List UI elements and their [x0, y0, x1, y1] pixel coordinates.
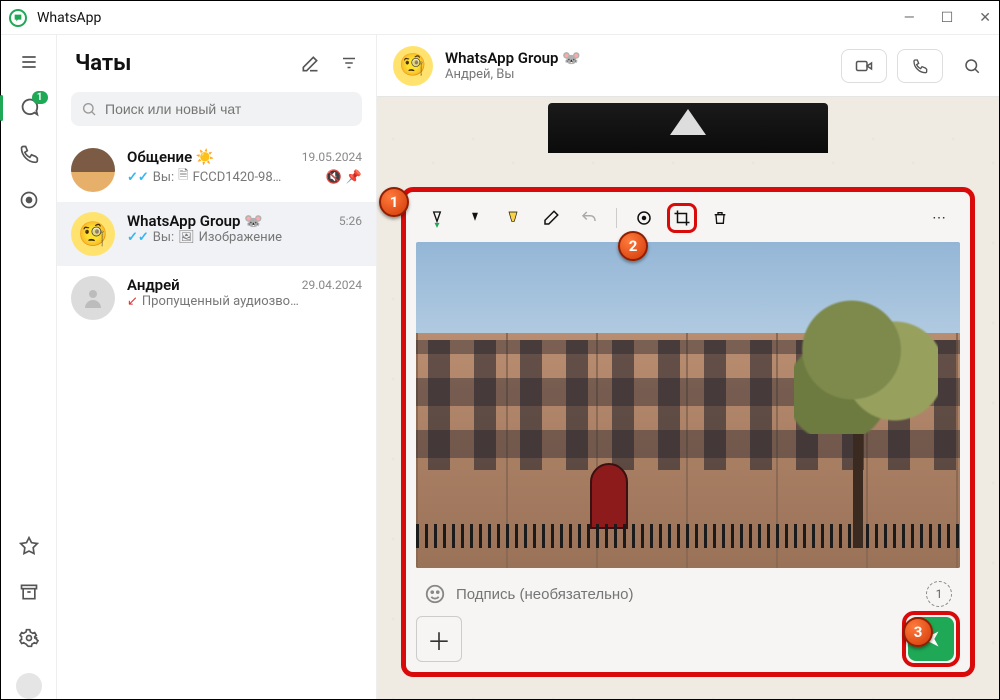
whatsapp-logo-icon — [9, 9, 27, 27]
read-ticks-icon: ✓✓ — [127, 170, 149, 185]
conversation-header: 🧐 WhatsApp Group 🐭 Андрей, Вы — [377, 35, 999, 97]
archive-nav-icon[interactable] — [18, 581, 40, 603]
crop-tool[interactable] — [667, 203, 697, 233]
read-ticks-icon: ✓✓ — [127, 230, 149, 245]
conversation-subtitle: Андрей, Вы — [445, 67, 581, 82]
chat-list: Общение ☀️ 19.05.2024 ✓✓ Вы: 🗎 FCCD1420-… — [57, 138, 376, 699]
status-nav-icon[interactable] — [18, 189, 40, 211]
pen-green-tool[interactable]: ▾ — [422, 203, 452, 233]
emoji-picker-icon[interactable] — [424, 583, 446, 605]
chat-preview: FCCD1420-98… — [193, 170, 282, 185]
chat-date: 19.05.2024 — [302, 150, 362, 164]
highlighter-tool[interactable] — [498, 203, 528, 233]
eraser-tool[interactable] — [536, 203, 566, 233]
chat-date: 29.04.2024 — [302, 278, 362, 292]
chats-nav-icon[interactable]: 1 — [18, 97, 40, 119]
chat-preview: Изображение — [199, 230, 282, 245]
chat-item[interactable]: Андрей 29.04.2024 ↙ Пропущенный аудиозво… — [57, 266, 376, 330]
filter-icon[interactable] — [340, 54, 358, 74]
more-options-button[interactable]: ⋯ — [924, 203, 954, 233]
search-icon — [81, 101, 97, 117]
nav-rail: 1 — [1, 35, 57, 699]
view-once-toggle[interactable]: 1 — [926, 581, 952, 607]
image-preview[interactable] — [416, 242, 960, 568]
document-icon: 🗎 — [178, 166, 188, 188]
caption-row: 1 — [416, 574, 960, 614]
sidebar-title: Чаты — [75, 51, 131, 76]
chat-name: Андрей — [127, 276, 180, 294]
editor-toolbar: ▾ ⋯ — [416, 200, 960, 236]
add-media-button[interactable]: ＋ — [416, 616, 462, 662]
calls-nav-icon[interactable] — [18, 143, 40, 165]
window-close-button[interactable]: ✕ — [979, 10, 991, 26]
delete-button[interactable] — [705, 203, 735, 233]
chat-item[interactable]: Общение ☀️ 19.05.2024 ✓✓ Вы: 🗎 FCCD1420-… — [57, 138, 376, 202]
chat-name: Общение — [127, 148, 192, 166]
image-icon: 🖼 — [178, 230, 195, 245]
search-in-chat-icon[interactable] — [961, 55, 983, 77]
new-chat-icon[interactable] — [300, 54, 320, 74]
starred-nav-icon[interactable] — [18, 535, 40, 557]
video-call-button[interactable] — [841, 49, 887, 83]
chat-avatar — [71, 148, 115, 192]
previous-message-image-peek — [548, 103, 828, 153]
blur-tool[interactable] — [629, 203, 659, 233]
chat-date: 5:26 — [339, 214, 362, 228]
window-minimize-button[interactable]: — — [904, 10, 915, 26]
conversation-avatar[interactable]: 🧐 — [393, 46, 433, 86]
media-editor-panel: ▾ ⋯ 1 ＋ — [401, 187, 975, 677]
search-input[interactable] — [105, 101, 352, 117]
pen-black-tool[interactable] — [460, 203, 490, 233]
conversation-title: WhatsApp Group — [445, 49, 559, 67]
pinned-icon: 📌 — [346, 170, 362, 185]
muted-icon: 🔇 — [326, 170, 342, 185]
chat-avatar — [71, 276, 115, 320]
app-title: WhatsApp — [37, 10, 101, 26]
unread-badge: 1 — [32, 91, 48, 104]
caption-input[interactable] — [456, 586, 916, 603]
chats-sidebar: Чаты Общение ☀️ 19.05.2024 — [57, 35, 377, 699]
undo-button[interactable] — [574, 203, 604, 233]
profile-avatar[interactable] — [16, 673, 42, 699]
annotation-callout-2: 2 — [618, 231, 648, 261]
voice-call-button[interactable] — [897, 49, 943, 83]
chat-preview: Пропущенный аудиозво… — [142, 294, 299, 309]
settings-nav-icon[interactable] — [18, 627, 40, 649]
chat-item[interactable]: 🧐 WhatsApp Group 🐭 5:26 ✓✓ Вы: 🖼 Изображ… — [57, 202, 376, 266]
chat-avatar: 🧐 — [71, 212, 115, 256]
menu-icon[interactable] — [18, 51, 40, 73]
window-titlebar: WhatsApp — ☐ ✕ — [1, 1, 999, 35]
chat-name: WhatsApp Group — [127, 212, 241, 230]
missed-call-icon: ↙ — [127, 294, 138, 309]
annotation-callout-3: 3 — [903, 617, 933, 647]
search-input-container[interactable] — [71, 92, 362, 126]
window-maximize-button[interactable]: ☐ — [941, 10, 954, 26]
annotation-callout-1: 1 — [379, 187, 409, 217]
